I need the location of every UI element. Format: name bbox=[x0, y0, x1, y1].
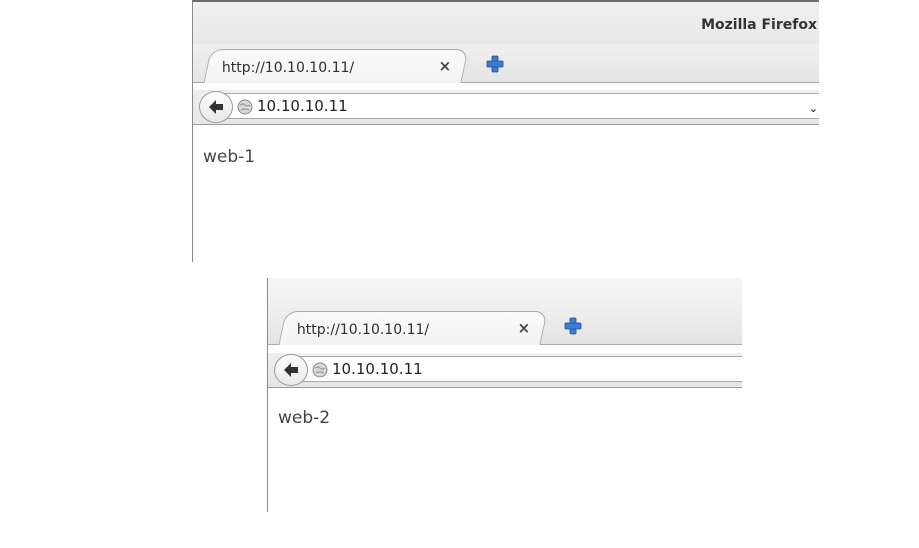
globe-icon bbox=[312, 362, 328, 378]
dropdown-chevron-icon[interactable]: ⌄ bbox=[809, 102, 818, 115]
tab-strip: http://10.10.10.11/ × bbox=[268, 306, 742, 345]
navigation-bar: 10.10.10.11 bbox=[268, 353, 742, 388]
tab-title: http://10.10.10.11/ bbox=[221, 60, 355, 76]
navigation-bar: 10.10.10.11 ⌄ bbox=[193, 90, 819, 125]
window-title: Mozilla Firefox bbox=[701, 17, 817, 33]
url-input[interactable]: 10.10.10.11 bbox=[332, 360, 423, 378]
url-bar[interactable]: 10.10.10.11 bbox=[294, 356, 742, 382]
url-bar[interactable]: 10.10.10.11 ⌄ bbox=[219, 93, 819, 119]
firefox-window-web-2: http://10.10.10.11/ × 10.10.10.11 web-2 bbox=[267, 278, 742, 512]
page-content-text: web-2 bbox=[278, 408, 331, 428]
window-titlebar: Mozilla Firefox bbox=[193, 2, 819, 46]
firefox-window-web-1: Mozilla Firefox http://10.10.10.11/ × 10… bbox=[192, 0, 819, 262]
url-input[interactable]: 10.10.10.11 bbox=[257, 97, 348, 115]
new-tab-plus-icon[interactable] bbox=[564, 317, 582, 335]
close-icon[interactable]: × bbox=[436, 57, 454, 75]
close-icon[interactable]: × bbox=[515, 319, 533, 337]
page-content-text: web-1 bbox=[203, 147, 256, 167]
tab-strip: http://10.10.10.11/ × bbox=[193, 44, 819, 83]
back-arrow-icon bbox=[284, 363, 298, 377]
tab-title: http://10.10.10.11/ bbox=[296, 322, 430, 338]
back-arrow-icon bbox=[209, 100, 223, 114]
globe-icon bbox=[237, 99, 253, 115]
new-tab-plus-icon[interactable] bbox=[486, 55, 504, 73]
back-button[interactable] bbox=[274, 354, 308, 386]
tab-active[interactable]: http://10.10.10.11/ × bbox=[278, 311, 548, 345]
window-top-area bbox=[268, 278, 742, 308]
tab-active[interactable]: http://10.10.10.11/ × bbox=[203, 49, 469, 83]
back-button[interactable] bbox=[199, 91, 233, 123]
